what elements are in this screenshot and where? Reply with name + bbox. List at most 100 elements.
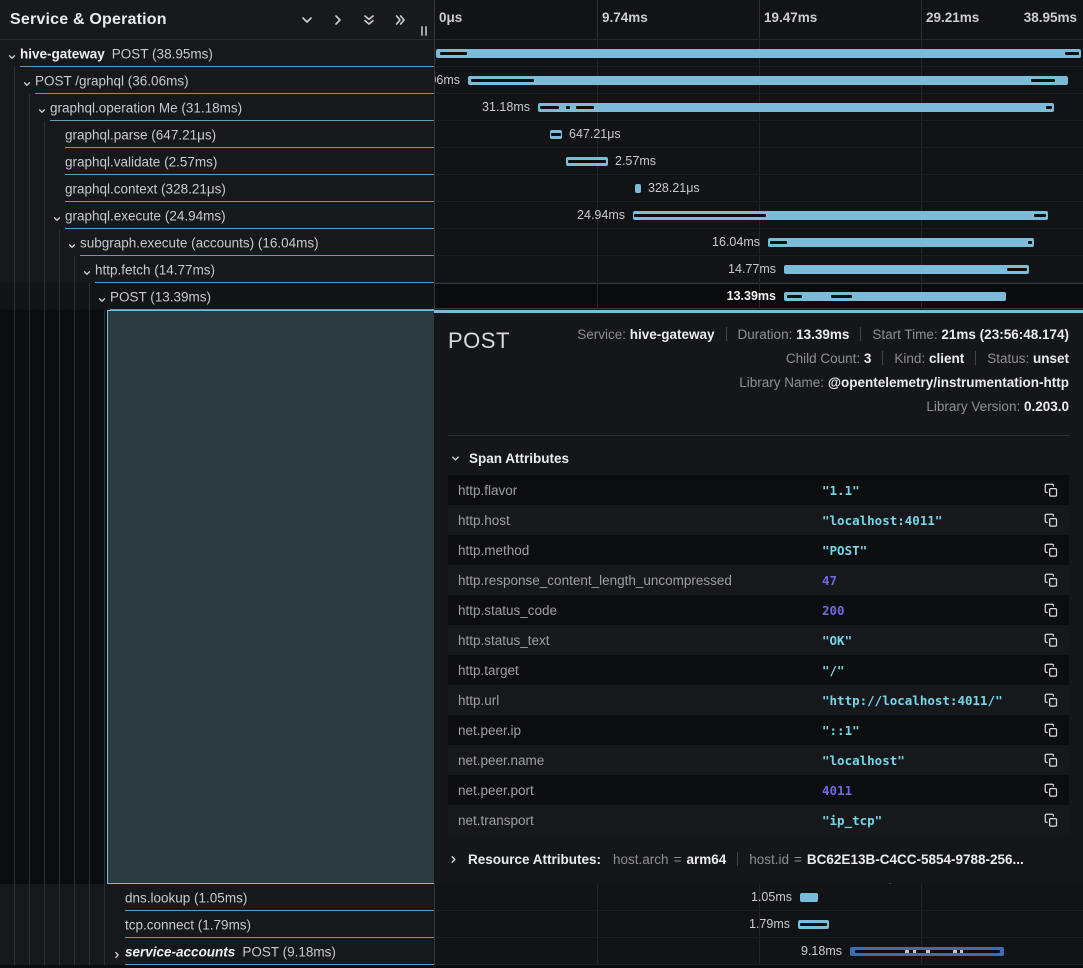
expand-one-button[interactable] <box>330 12 346 28</box>
copy-icon[interactable] <box>1044 573 1059 588</box>
copy-icon[interactable] <box>1044 603 1059 618</box>
span-row[interactable]: POST /graphql (36.06ms)36.06ms <box>0 67 1083 94</box>
span-tree-cell[interactable]: graphql.operation Me (31.18ms) <box>0 94 434 121</box>
span-row[interactable]: dns.lookup (1.05ms)1.05ms <box>0 884 1083 911</box>
copy-icon[interactable] <box>1044 663 1059 678</box>
span-row[interactable]: http.fetch (14.77ms)14.77ms <box>0 256 1083 283</box>
span-tree-cell[interactable]: hive-gatewayPOST (38.95ms) <box>0 40 434 67</box>
span-duration-bar[interactable] <box>436 49 1081 58</box>
chevron-down-icon[interactable] <box>7 49 17 59</box>
child-span-marker <box>566 106 570 109</box>
tree-indent-guide <box>74 884 75 911</box>
resource-attributes-row[interactable]: Resource Attributes: host.arch=arm64host… <box>448 852 1069 867</box>
copy-icon[interactable] <box>1044 633 1059 648</box>
copy-icon[interactable] <box>1044 543 1059 558</box>
span-tree-cell[interactable]: tcp.connect (1.79ms) <box>0 911 434 938</box>
panel-resize-handle[interactable] <box>421 26 427 36</box>
copy-icon[interactable] <box>1044 513 1059 528</box>
chevron-down-icon[interactable] <box>82 265 92 275</box>
span-timeline-cell[interactable]: 24.94ms <box>434 202 1083 229</box>
span-row[interactable]: graphql.parse (647.21μs)647.21μs <box>0 121 1083 148</box>
attribute-value: "OK" <box>822 633 1044 648</box>
child-span-marker <box>1031 79 1055 82</box>
attribute-key: http.target <box>458 663 822 678</box>
meta-label: Library Name: <box>739 375 828 390</box>
chevron-down-icon[interactable] <box>97 292 107 302</box>
resource-key: host.id <box>749 852 789 867</box>
span-timeline-cell[interactable]: 2.57ms <box>434 148 1083 175</box>
span-duration-bar[interactable] <box>550 130 562 139</box>
span-timeline-cell[interactable]: 647.21μs <box>434 121 1083 148</box>
chevron-down-icon[interactable] <box>52 211 62 221</box>
collapse-one-button[interactable] <box>299 12 315 28</box>
span-timeline-cell[interactable]: 16.04ms <box>434 229 1083 256</box>
child-span-marker <box>551 133 561 136</box>
span-row[interactable]: service-accountsPOST (9.18ms)9.18ms <box>0 938 1083 965</box>
span-duration-bar[interactable] <box>566 157 608 166</box>
tree-indent-guide <box>44 884 45 911</box>
span-tree-cell[interactable]: subgraph.execute (accounts) (16.04ms) <box>0 229 434 256</box>
span-duration-bar[interactable] <box>633 211 1048 220</box>
span-timeline-cell[interactable]: 9.18ms <box>434 938 1083 965</box>
row-separator <box>125 964 434 966</box>
copy-icon[interactable] <box>1044 813 1059 828</box>
copy-icon[interactable] <box>1044 693 1059 708</box>
span-duration-bar[interactable] <box>768 238 1034 247</box>
span-tree-cell[interactable]: POST /graphql (36.06ms) <box>0 67 434 94</box>
span-duration-bar[interactable] <box>784 292 1006 301</box>
span-row[interactable]: graphql.context (328.21μs)328.21μs <box>0 175 1083 202</box>
span-row[interactable]: graphql.validate (2.57ms) 2.57ms <box>0 148 1083 175</box>
copy-icon[interactable] <box>1044 783 1059 798</box>
span-duration-bar[interactable] <box>635 184 641 193</box>
span-row[interactable]: subgraph.execute (accounts) (16.04ms)16.… <box>0 229 1083 256</box>
span-duration-bar[interactable] <box>798 920 829 929</box>
span-row[interactable]: graphql.operation Me (31.18ms)31.18ms <box>0 94 1083 121</box>
span-timeline-cell[interactable]: 13.39ms <box>434 283 1083 310</box>
span-timeline-cell[interactable]: 36.06ms <box>434 67 1083 94</box>
span-row[interactable]: tcp.connect (1.79ms)1.79ms <box>0 911 1083 938</box>
copy-icon[interactable] <box>1044 723 1059 738</box>
span-timeline-cell[interactable]: 328.21μs <box>434 175 1083 202</box>
span-row[interactable]: graphql.execute (24.94ms)24.94ms <box>0 202 1083 229</box>
span-duration-bar[interactable] <box>800 893 818 902</box>
tree-indent-guide <box>14 202 15 229</box>
span-tree-cell[interactable]: graphql.context (328.21μs) <box>0 175 434 202</box>
attribute-row: net.transport"ip_tcp" <box>448 805 1069 835</box>
span-tree-cell[interactable]: POST (13.39ms) <box>0 283 434 310</box>
span-duration-bar[interactable] <box>538 103 1054 112</box>
span-name-label: graphql.validate (2.57ms) <box>65 154 217 169</box>
span-timeline-cell[interactable]: 1.79ms <box>434 911 1083 938</box>
copy-icon[interactable] <box>1044 483 1059 498</box>
span-timeline-cell[interactable] <box>434 40 1083 67</box>
chevron-right-icon[interactable] <box>112 947 122 957</box>
span-timeline-cell[interactable]: 31.18ms <box>434 94 1083 121</box>
chevron-down-icon[interactable] <box>67 238 77 248</box>
span-tree-cell[interactable]: graphql.parse (647.21μs) <box>0 121 434 148</box>
span-duration-bar[interactable] <box>468 76 1068 85</box>
attribute-value: "localhost:4011" <box>822 513 1044 528</box>
chevron-down-icon[interactable] <box>37 103 47 113</box>
tree-header: Service & Operation <box>0 0 434 40</box>
span-row[interactable]: POST (13.39ms)13.39ms <box>0 283 1083 310</box>
detail-meta-line: Library Version: 0.203.0 <box>510 399 1069 414</box>
chevron-down-icon[interactable] <box>22 76 32 86</box>
span-duration-bar[interactable] <box>850 947 1004 956</box>
duration-label: 2.57ms <box>615 154 656 168</box>
span-tree-cell[interactable]: graphql.validate (2.57ms) <box>0 148 434 175</box>
span-row[interactable]: hive-gatewayPOST (38.95ms) <box>0 40 1083 67</box>
span-tree-cell[interactable]: dns.lookup (1.05ms) <box>0 884 434 911</box>
span-tree-cell[interactable]: graphql.execute (24.94ms) <box>0 202 434 229</box>
span-attributes-toggle[interactable]: Span Attributes <box>450 451 1067 466</box>
span-duration-bar[interactable] <box>784 265 1029 274</box>
meta-label: Status: <box>987 351 1033 366</box>
tree-indent-guide <box>29 148 30 175</box>
span-tree-cell[interactable]: service-accountsPOST (9.18ms) <box>0 938 434 965</box>
copy-icon[interactable] <box>1044 753 1059 768</box>
span-timeline-cell[interactable]: 1.05ms <box>434 884 1083 911</box>
expand-all-button[interactable] <box>392 12 408 28</box>
span-tree-cell[interactable]: http.fetch (14.77ms) <box>0 256 434 283</box>
span-timeline-cell[interactable]: 14.77ms <box>434 256 1083 283</box>
tree-indent-guide <box>14 911 15 938</box>
collapse-all-button[interactable] <box>361 12 377 28</box>
attribute-row: http.url"http://localhost:4011/" <box>448 685 1069 715</box>
